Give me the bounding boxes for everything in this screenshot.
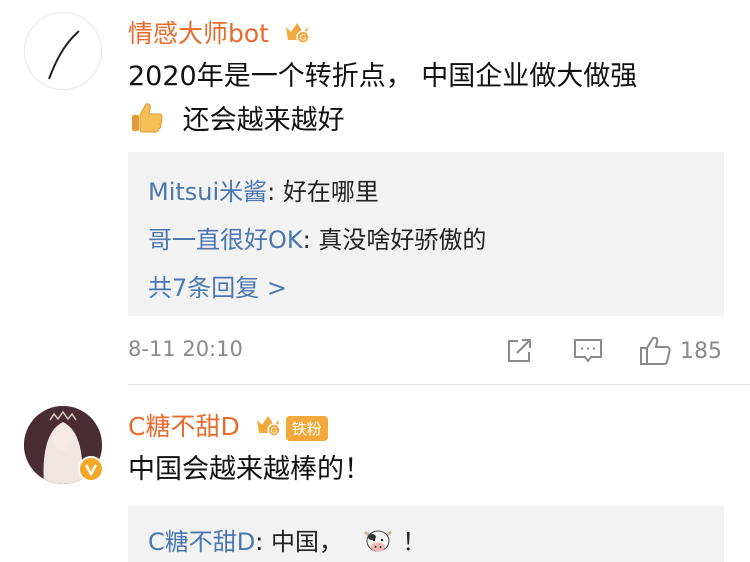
reply-line[interactable]: C糖不甜D: 中国， ！	[148, 522, 426, 562]
username[interactable]: C糖不甜D G 铁粉	[128, 407, 328, 445]
reply-text: 中国，	[270, 528, 343, 556]
like-count: 185	[680, 338, 722, 364]
username-text[interactable]: 情感大师bot	[128, 19, 269, 48]
cow-emoji	[361, 526, 395, 562]
reply-suffix: ！	[402, 528, 427, 556]
svg-text:G: G	[270, 426, 277, 436]
timestamp: 8-11 20:10	[128, 337, 243, 361]
reply-user[interactable]: Mitsui米酱	[148, 178, 267, 206]
comment-text-line2-label: 还会越来越好	[182, 105, 345, 136]
svg-text:G: G	[299, 33, 306, 43]
share-icon	[508, 339, 531, 362]
comment-text-line2: 还会越来越好	[128, 99, 345, 148]
reply-line[interactable]: Mitsui米酱: 好在哪里	[148, 172, 379, 207]
reply-user[interactable]: C糖不甜D	[148, 528, 255, 556]
reply-box[interactable]: C糖不甜D: 中国， ！	[128, 506, 724, 562]
reply-colon: :	[255, 528, 271, 556]
comment-text: 中国会越来越棒的！	[128, 454, 371, 485]
verified-icon	[78, 456, 104, 482]
crown-badge-icon: G	[254, 411, 282, 445]
comment-text-line1: 2020年是一个转折点， 中国企业做大做强	[128, 61, 638, 92]
comment-icon	[574, 339, 602, 363]
reply-line[interactable]: 哥一直很好OK: 真没啥好骄傲的	[148, 220, 486, 255]
share-button[interactable]	[504, 333, 534, 369]
username[interactable]: 情感大师bot G	[128, 14, 311, 52]
reply-text: 真没啥好骄傲的	[318, 226, 487, 254]
fan-badge: 铁粉	[285, 415, 328, 441]
avatar-sketch-icon	[48, 30, 80, 80]
reply-colon: :	[302, 226, 319, 254]
thumbs-up-emoji	[128, 99, 164, 148]
reply-colon: :	[267, 178, 283, 206]
like-button[interactable]: 185	[638, 333, 722, 369]
reply-text: 好在哪里	[282, 178, 379, 206]
divider	[128, 384, 750, 385]
more-replies-link[interactable]: 共7条回复 >	[148, 268, 287, 303]
avatar[interactable]	[24, 12, 102, 90]
username-text[interactable]: C糖不甜D	[128, 412, 240, 441]
like-icon	[640, 336, 671, 365]
reply-user[interactable]: 哥一直很好OK	[148, 226, 303, 254]
crown-badge-icon: G	[283, 18, 311, 52]
reply-box[interactable]: Mitsui米酱: 好在哪里 哥一直很好OK: 真没啥好骄傲的 共7条回复 >	[128, 152, 724, 316]
comment-button[interactable]	[572, 333, 604, 369]
comment-actions: 8-11 20:10 185	[128, 333, 724, 369]
